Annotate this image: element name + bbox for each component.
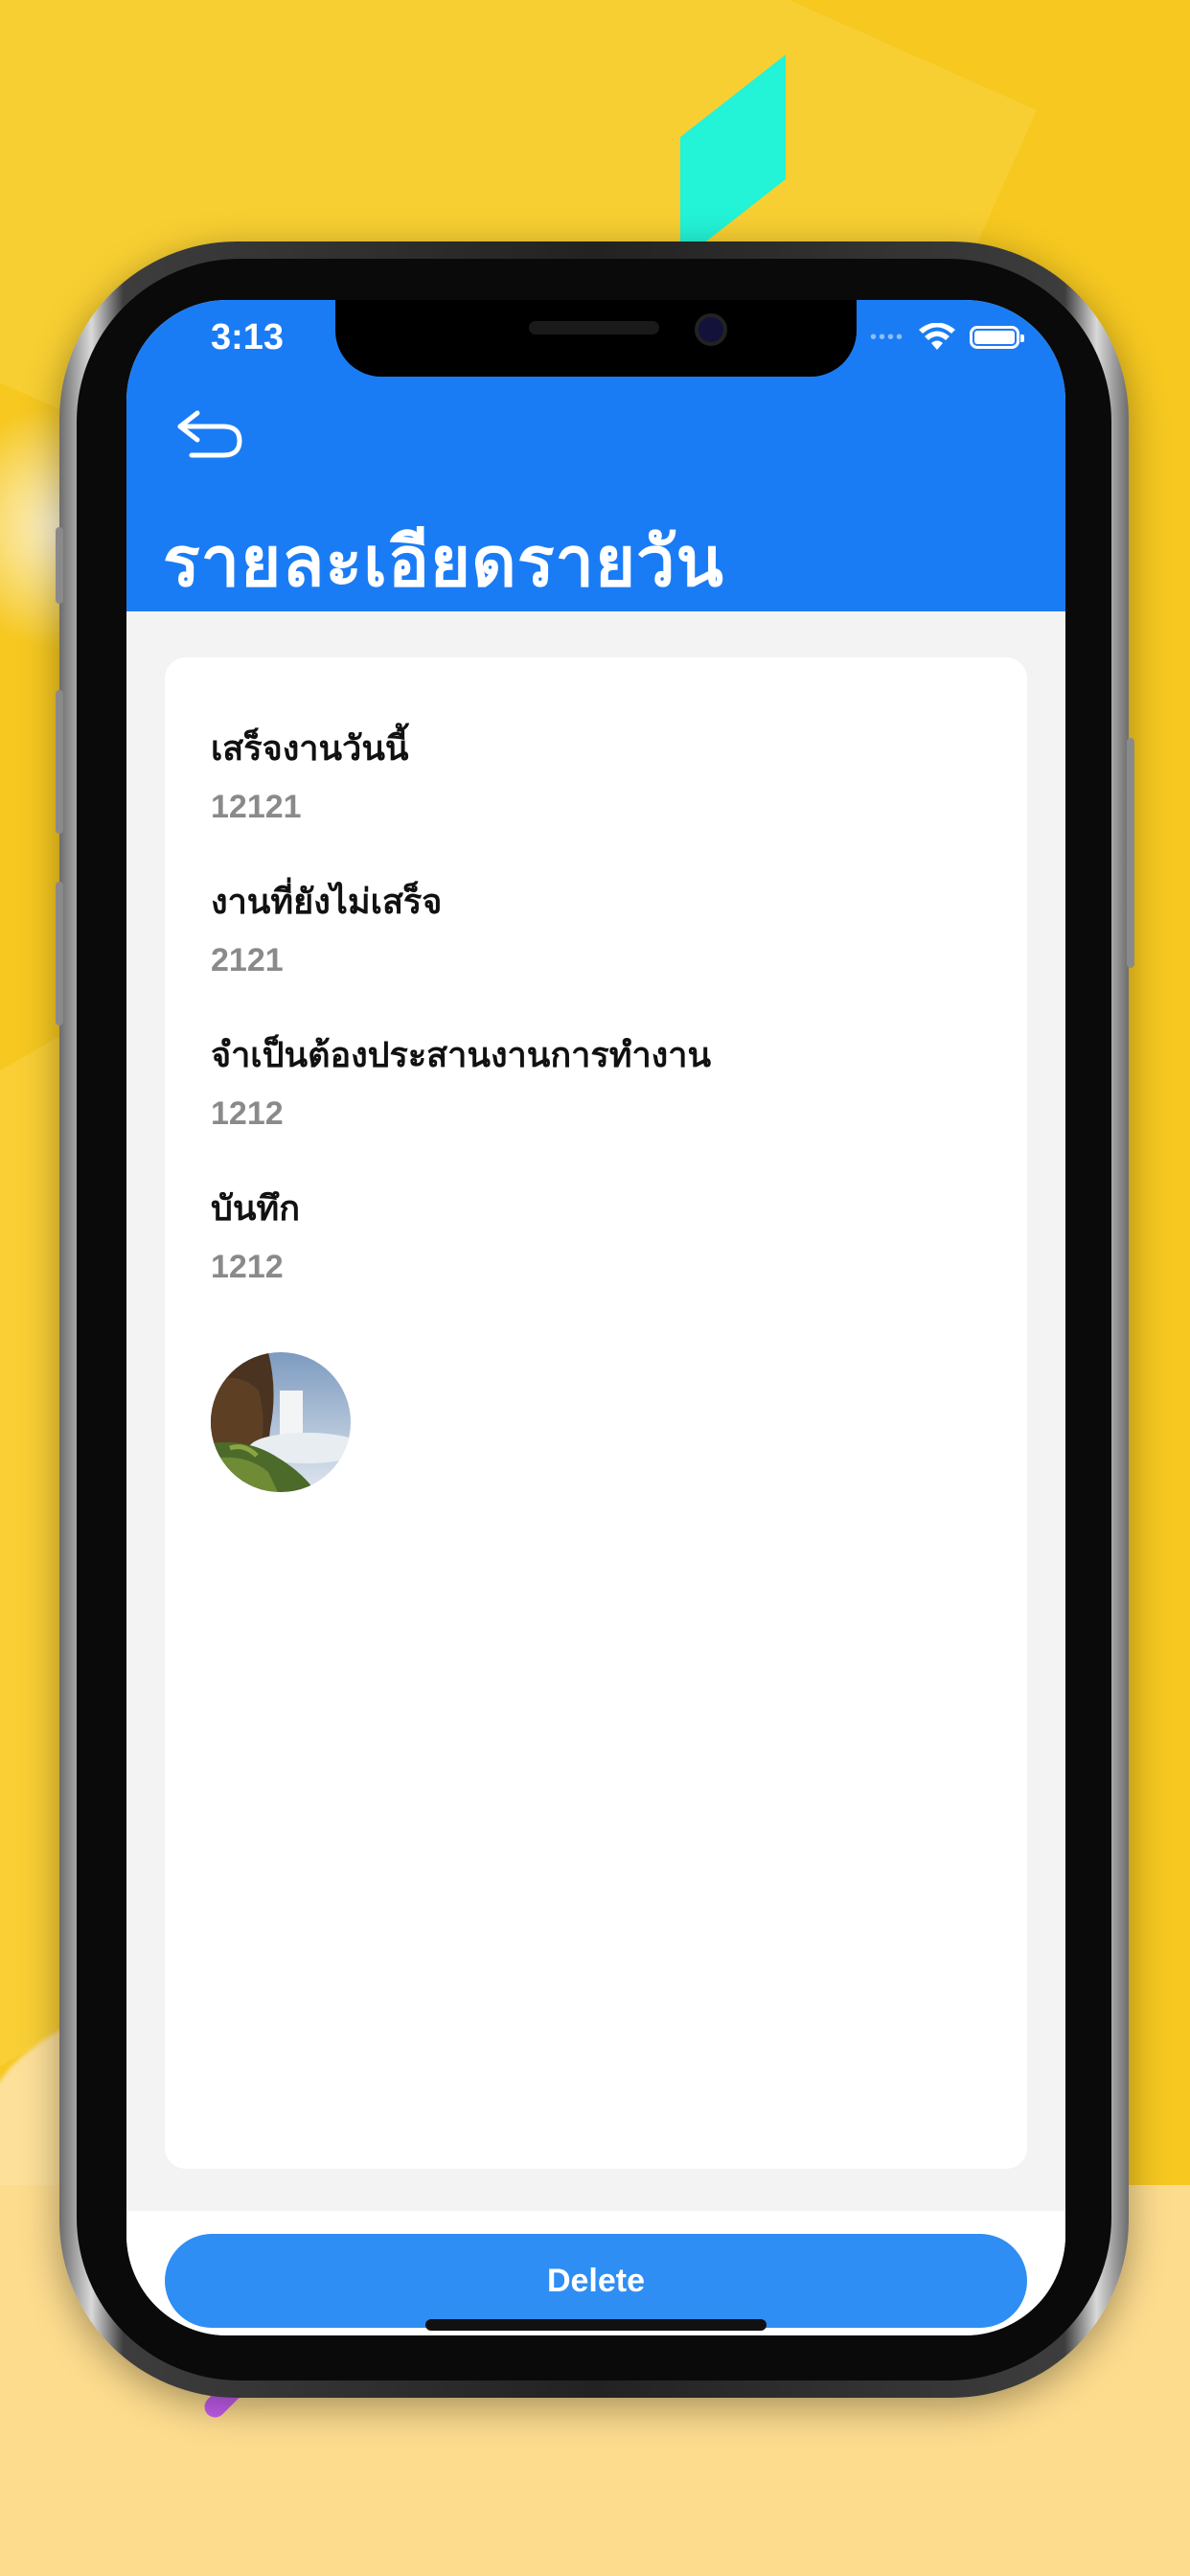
home-indicator	[425, 2319, 767, 2331]
wifi-icon	[919, 323, 955, 350]
details-card: เสร็จงานวันนี้ 12121 งานที่ยังไม่เสร็จ 2…	[165, 657, 1027, 2169]
attached-photo[interactable]	[211, 1352, 351, 1492]
page-title: รายละเอียดรายวัน	[163, 524, 724, 601]
phone-side-button	[1127, 738, 1134, 968]
status-icons: ••••	[869, 323, 1024, 352]
field-value-unfinished: 2121	[211, 942, 284, 978]
delete-button[interactable]: Delete	[165, 2234, 1027, 2328]
notch	[335, 300, 857, 377]
phone-side-button	[56, 527, 63, 604]
app-screen: 3:13 •••• รายละเอียดรายวัน เสร็จงานวันนี…	[126, 300, 1065, 2335]
field-label-note: บันทึก	[211, 1188, 300, 1228]
field-label-coordination: จำเป็นต้องประสานงานการทำงาน	[211, 1035, 712, 1074]
field-value-note: 1212	[211, 1249, 284, 1285]
phone-side-button	[56, 882, 63, 1025]
back-button[interactable]	[171, 405, 247, 463]
signal-dots-icon: ••••	[869, 326, 904, 348]
field-label-unfinished: งานที่ยังไม่เสร็จ	[211, 882, 443, 921]
action-footer: Delete	[126, 2211, 1065, 2335]
back-arrow-icon	[177, 410, 242, 458]
field-label-done-today: เสร็จงานวันนี้	[211, 728, 409, 768]
navigation-header: 3:13 •••• รายละเอียดรายวัน	[126, 300, 1065, 611]
battery-icon	[970, 326, 1024, 349]
speaker-grille	[529, 321, 659, 334]
front-camera	[695, 313, 727, 346]
status-time: 3:13	[211, 317, 285, 357]
field-value-coordination: 1212	[211, 1095, 284, 1132]
waterfall-photo-image	[211, 1352, 351, 1492]
field-value-done-today: 12121	[211, 789, 302, 825]
phone-side-button	[56, 690, 63, 834]
